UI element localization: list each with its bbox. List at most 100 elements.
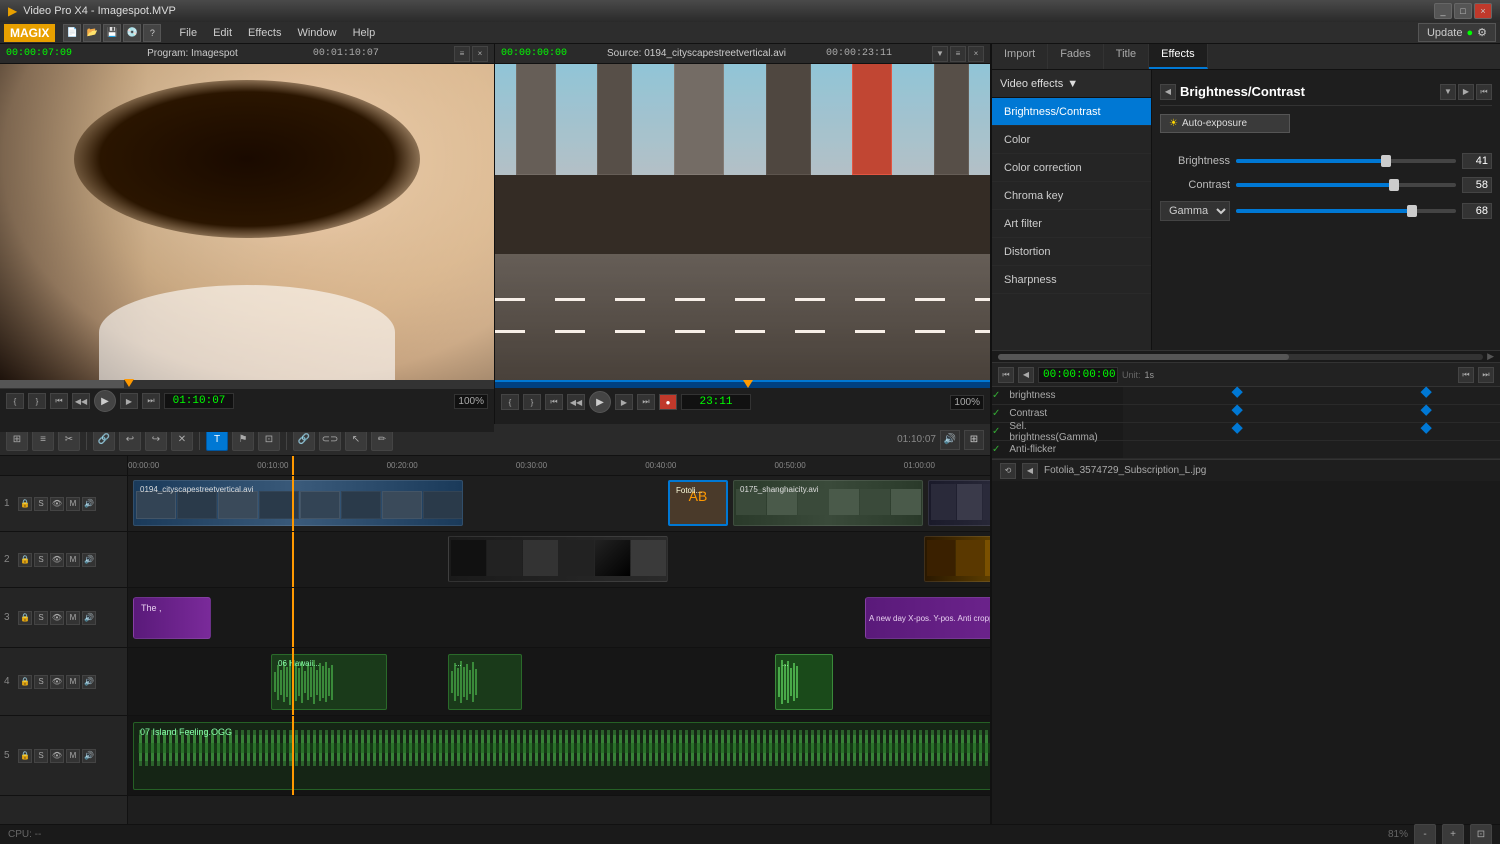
track3-eye[interactable]: 👁 xyxy=(50,611,64,625)
track1-M[interactable]: M xyxy=(66,497,80,511)
source-menu-btn[interactable]: ≡ xyxy=(950,46,966,62)
program-play-button[interactable]: ▶ xyxy=(94,390,116,412)
kf-prev-keyframe[interactable]: ⏮ xyxy=(1458,367,1474,383)
prog-prev[interactable]: ⏮ xyxy=(50,393,68,409)
prog-tc-start[interactable]: { xyxy=(6,393,24,409)
eff-color-correction[interactable]: Color correction xyxy=(992,154,1151,182)
prog-next-frame[interactable]: ▶ xyxy=(120,393,138,409)
clip-title-the[interactable]: The , xyxy=(133,597,211,639)
track4-audio[interactable]: 🔊 xyxy=(82,675,96,689)
source-play-button[interactable]: ▶ xyxy=(589,391,611,413)
track5-lock[interactable]: 🔒 xyxy=(18,749,32,763)
prog-next-clip[interactable]: ⏭ xyxy=(142,393,160,409)
vol-icon[interactable]: 🔊 xyxy=(940,430,960,450)
src-next-frame[interactable]: ▶ xyxy=(615,394,633,410)
fullscreen-btn[interactable]: ⊡ xyxy=(1470,824,1492,844)
tab-effects[interactable]: Effects xyxy=(1149,44,1207,69)
auto-exposure-button[interactable]: ☀ Auto-exposure xyxy=(1160,114,1290,133)
program-close-btn[interactable]: × xyxy=(472,46,488,62)
menu-file[interactable]: File xyxy=(171,25,205,41)
source-close-btn[interactable]: × xyxy=(968,46,984,62)
eff-art-filter[interactable]: Art filter xyxy=(992,210,1151,238)
kf-timeline-contrast[interactable] xyxy=(1123,405,1500,422)
eff-sharpness[interactable]: Sharpness xyxy=(992,266,1151,294)
clip-audio-2[interactable]: ... xyxy=(448,654,522,710)
kf-timeline-brightness[interactable] xyxy=(1123,387,1500,404)
kf-footer-btn2[interactable]: ◀ xyxy=(1022,463,1038,479)
help-icon[interactable]: ? xyxy=(143,24,161,42)
track2-eye[interactable]: 👁 xyxy=(50,553,64,567)
menu-window[interactable]: Window xyxy=(289,25,344,41)
new-icon[interactable]: 📄 xyxy=(63,24,81,42)
program-menu-btn[interactable]: ≡ xyxy=(454,46,470,62)
kf-back-btn[interactable]: ◀ xyxy=(1018,367,1034,383)
track5-M[interactable]: M xyxy=(66,749,80,763)
source-arrow-btn[interactable]: ▼ xyxy=(932,46,948,62)
track3-M[interactable]: M xyxy=(66,611,80,625)
kf-nav-btn[interactable]: ⏮ xyxy=(998,367,1014,383)
clip-0194[interactable]: 0194_cityscapestreetvertical.avi xyxy=(133,480,463,526)
clip-audio-3[interactable]: ... xyxy=(775,654,833,710)
track2-audio[interactable]: 🔊 xyxy=(82,553,96,567)
menu-help[interactable]: Help xyxy=(345,25,384,41)
prog-rev[interactable]: ◀◀ xyxy=(72,393,90,409)
src-tc-start[interactable]: { xyxy=(501,394,519,410)
track2-S[interactable]: S xyxy=(34,553,48,567)
video-effects-header[interactable]: Video effects ▼ xyxy=(992,70,1151,98)
track2-M[interactable]: M xyxy=(66,553,80,567)
track1-audio[interactable]: 🔊 xyxy=(82,497,96,511)
maximize-button[interactable]: □ xyxy=(1454,3,1472,19)
open-icon[interactable]: 📂 xyxy=(83,24,101,42)
track5-eye[interactable]: 👁 xyxy=(50,749,64,763)
zoom-out-btn[interactable]: - xyxy=(1414,824,1436,844)
save-icon[interactable]: 💾 xyxy=(103,24,121,42)
kf-timeline-gamma[interactable] xyxy=(1123,423,1500,440)
close-button[interactable]: × xyxy=(1474,3,1492,19)
track1-lock[interactable]: 🔒 xyxy=(18,497,32,511)
eff-color[interactable]: Color xyxy=(992,126,1151,154)
clip-0175[interactable]: 0175_shanghaicity.avi xyxy=(733,480,923,526)
burn-icon[interactable]: 💿 xyxy=(123,24,141,42)
src-record[interactable]: ● xyxy=(659,394,677,410)
kf-next-keyframe[interactable]: ⏭ xyxy=(1478,367,1494,383)
menu-edit[interactable]: Edit xyxy=(205,25,240,41)
track1-eye[interactable]: 👁 xyxy=(50,497,64,511)
effects-scrollbar[interactable]: ▶ xyxy=(992,350,1500,362)
brightness-slider[interactable] xyxy=(1236,159,1456,163)
tab-import[interactable]: Import xyxy=(992,44,1048,69)
contrast-slider[interactable] xyxy=(1236,183,1456,187)
bc-back-btn[interactable]: ◀ xyxy=(1160,84,1176,100)
track4-eye[interactable]: 👁 xyxy=(50,675,64,689)
eff-distortion[interactable]: Distortion xyxy=(992,238,1151,266)
track4-S[interactable]: S xyxy=(34,675,48,689)
track1-S[interactable]: S xyxy=(34,497,48,511)
kf-diamond-3[interactable] xyxy=(1232,405,1243,416)
track3-lock[interactable]: 🔒 xyxy=(18,611,32,625)
kf-diamond-6[interactable] xyxy=(1420,423,1431,434)
bc-dropdown-btn[interactable]: ▼ xyxy=(1440,84,1456,100)
snap-icon[interactable]: ⊞ xyxy=(964,430,984,450)
src-tc-end[interactable]: } xyxy=(523,394,541,410)
prog-tc-end[interactable]: } xyxy=(28,393,46,409)
eff-brightness-contrast[interactable]: Brightness/Contrast xyxy=(992,98,1151,126)
track5-S[interactable]: S xyxy=(34,749,48,763)
gamma-select[interactable]: Gamma Linear xyxy=(1160,201,1230,221)
tab-title[interactable]: Title xyxy=(1104,44,1149,69)
clip-escalator[interactable] xyxy=(448,536,668,582)
gamma-slider[interactable] xyxy=(1236,209,1456,213)
clip-airport[interactable] xyxy=(924,536,990,582)
track3-S[interactable]: S xyxy=(34,611,48,625)
clip-0175b[interactable] xyxy=(928,480,990,526)
clip-fotoli[interactable]: Fotoli... AB xyxy=(668,480,728,526)
kf-timeline-antiflicker[interactable] xyxy=(1123,441,1500,458)
menu-effects[interactable]: Effects xyxy=(240,25,289,41)
clip-audio-hawaii[interactable]: 06 Hawaii... xyxy=(271,654,387,710)
track4-lock[interactable]: 🔒 xyxy=(18,675,32,689)
kf-footer-btn1[interactable]: ⟲ xyxy=(1000,463,1016,479)
eff-chroma-key[interactable]: Chroma key xyxy=(992,182,1151,210)
minimize-button[interactable]: _ xyxy=(1434,3,1452,19)
track3-audio[interactable]: 🔊 xyxy=(82,611,96,625)
clip-overlay[interactable]: A new day X-pos. Y-pos. Anti cropping xyxy=(865,597,990,639)
src-prev[interactable]: ⏮ xyxy=(545,394,563,410)
tab-fades[interactable]: Fades xyxy=(1048,44,1104,69)
